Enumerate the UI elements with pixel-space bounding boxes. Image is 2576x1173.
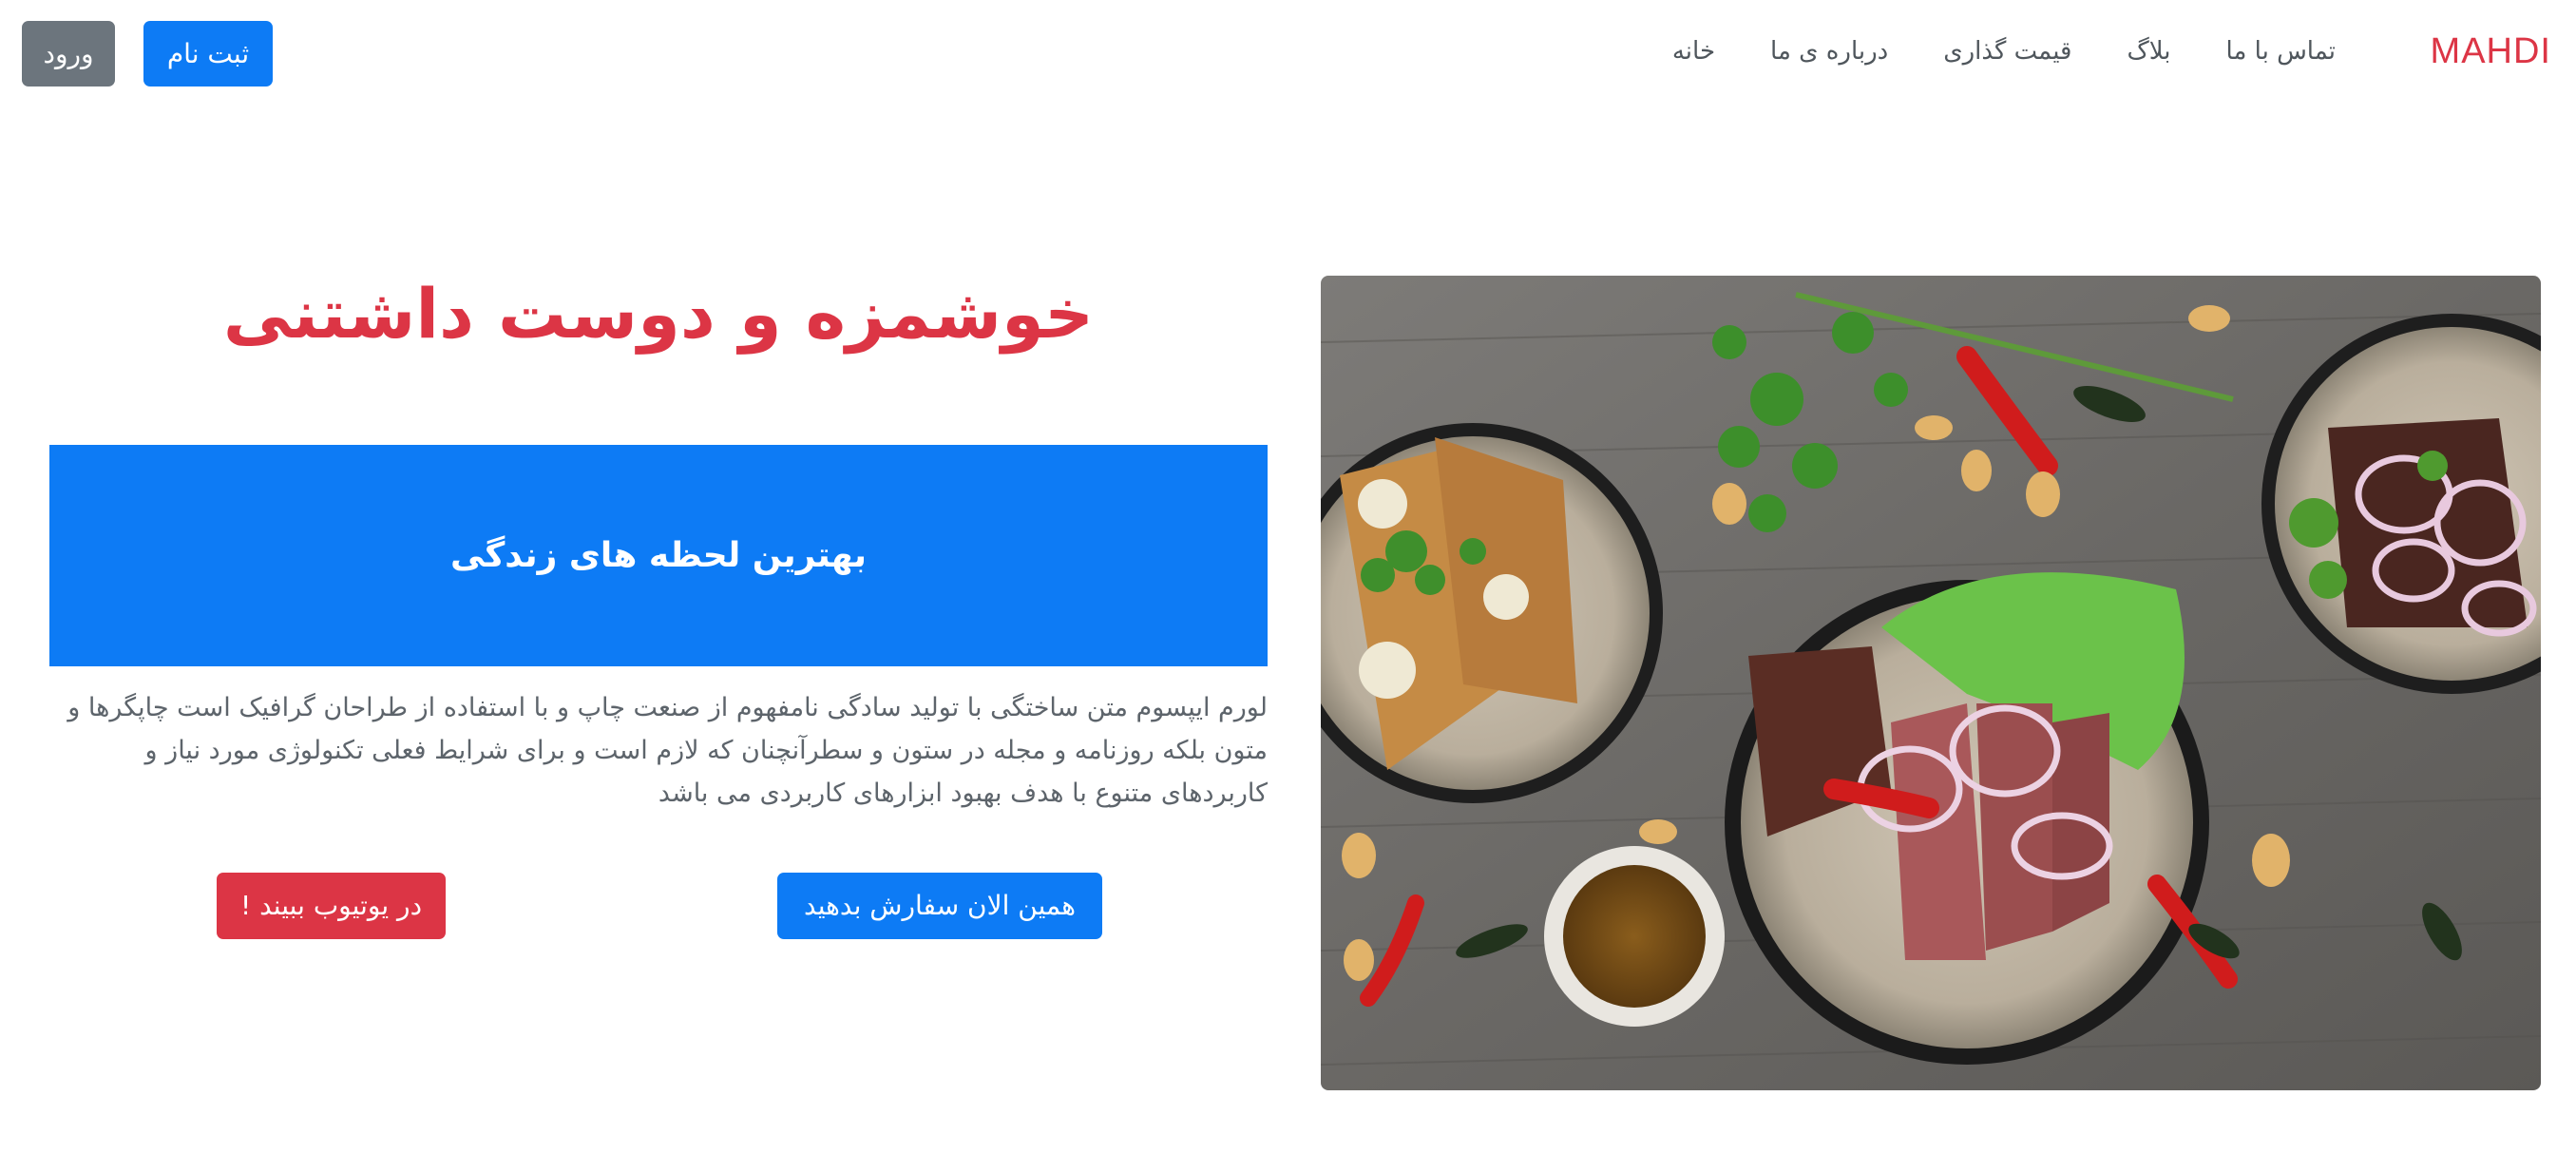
watch-youtube-button[interactable]: در یوتیوب ببیند !: [217, 873, 446, 939]
hero-banner-text: بهترین لحظه های زندگی: [449, 536, 868, 575]
hero-paragraph: لورم ایپسوم متن ساختگی با تولید سادگی نا…: [67, 693, 1268, 808]
nav-link-about[interactable]: درباره ی ما: [1770, 27, 1888, 76]
order-now-button[interactable]: همین الان سفارش بدهید: [777, 873, 1102, 939]
nav-link-blog[interactable]: بلاگ: [2128, 27, 2171, 76]
nav-link-contact[interactable]: تماس با ما: [2226, 27, 2336, 76]
brand-logo[interactable]: MAHDI: [2428, 23, 2551, 80]
login-button[interactable]: ورود: [22, 21, 115, 87]
food-plates-photo: [1321, 276, 2541, 1090]
nav-link-pricing[interactable]: قیمت گذاری: [1943, 27, 2071, 76]
signup-button[interactable]: ثبت نام: [143, 21, 273, 87]
navbar: MAHDI خانه درباره ی ما قیمت گذاری بلاگ ت…: [0, 0, 2576, 105]
nav-link-home[interactable]: خانه: [1672, 27, 1715, 76]
nav-links: خانه درباره ی ما قیمت گذاری بلاگ تماس با…: [1672, 27, 2336, 76]
hero-title: خوشمزه و دوست داشتنی: [222, 274, 1095, 354]
hero-banner: بهترین لحظه های زندگی: [49, 445, 1268, 666]
